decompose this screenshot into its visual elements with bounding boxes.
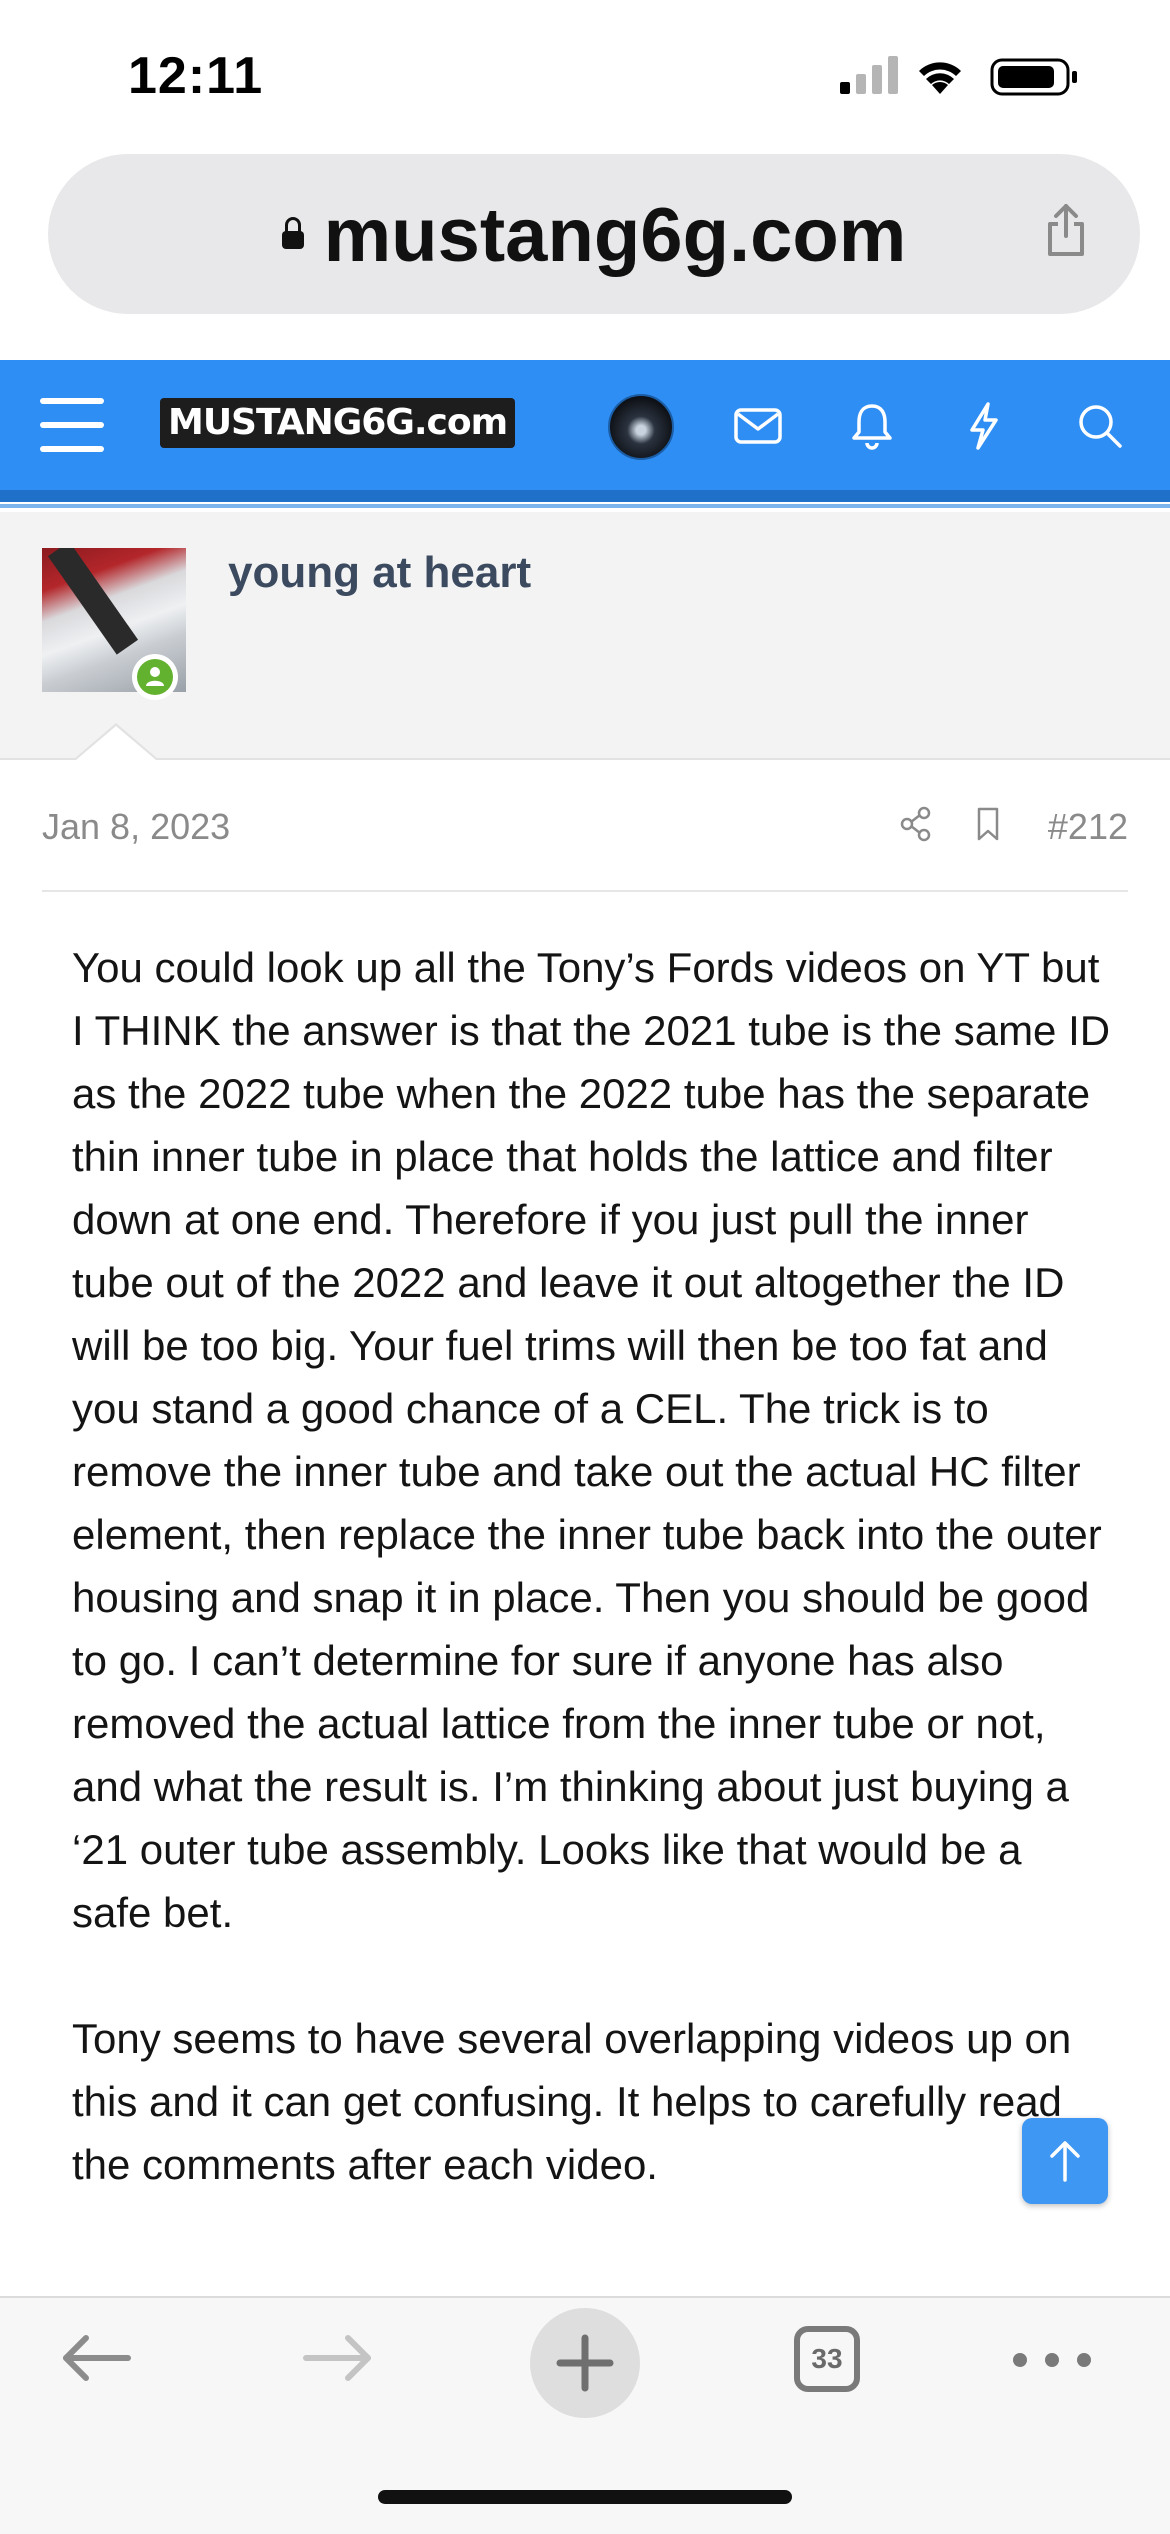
- site-logo[interactable]: MUSTANG6G.com: [160, 398, 516, 448]
- arrow-up-icon: [1050, 2141, 1080, 2182]
- bookmark-icon[interactable]: [968, 804, 1008, 844]
- status-time: 12:11: [128, 47, 264, 105]
- meta-divider: [42, 890, 1128, 892]
- lock-icon: [281, 217, 304, 249]
- post-date[interactable]: Jan 8, 2023: [42, 806, 230, 848]
- url-text: mustang6g.com: [323, 193, 907, 278]
- inbox-icon[interactable]: [730, 398, 786, 454]
- share-icon[interactable]: [1036, 200, 1096, 260]
- nav-bar-edge: [0, 490, 1170, 502]
- url-display[interactable]: mustang6g.com: [48, 192, 1140, 279]
- wifi-icon: [919, 62, 961, 94]
- share-post-icon[interactable]: [896, 804, 936, 844]
- post-meta-row: Jan 8, 2023 #212: [0, 790, 1170, 860]
- cellular-signal-icon: [840, 56, 898, 94]
- status-bar: 12:11: [0, 0, 1170, 150]
- post-body: You could look up all the Tony’s Fords v…: [72, 936, 1112, 2259]
- user-online-icon: [146, 667, 164, 686]
- search-icon[interactable]: [1072, 398, 1128, 454]
- header-caret: [76, 726, 156, 760]
- tabs-button[interactable]: 33: [794, 2326, 860, 2392]
- battery-icon: [990, 58, 1077, 96]
- post-paragraph: You could look up all the Tony’s Fords v…: [72, 944, 1111, 1936]
- status-icons: [840, 56, 1077, 96]
- forward-arrow-icon[interactable]: [298, 2318, 378, 2398]
- new-tab-button[interactable]: [530, 2308, 640, 2418]
- whats-new-bolt-icon[interactable]: [956, 398, 1012, 454]
- scroll-to-top-button[interactable]: [1022, 2118, 1108, 2204]
- home-indicator: [378, 2490, 792, 2504]
- address-bar[interactable]: mustang6g.com: [48, 154, 1140, 314]
- back-arrow-icon[interactable]: [56, 2318, 136, 2398]
- plus-icon: [556, 2334, 614, 2392]
- more-options-icon[interactable]: [1010, 2340, 1094, 2380]
- bell-icon[interactable]: [844, 398, 900, 454]
- nav-bar-line: [0, 504, 1170, 508]
- menu-icon[interactable]: [40, 398, 104, 452]
- post-paragraph: Tony seems to have several overlapping v…: [72, 2015, 1072, 2188]
- account-avatar[interactable]: [608, 394, 674, 460]
- post-username[interactable]: young at heart: [228, 548, 531, 598]
- post-number-link[interactable]: #212: [1048, 806, 1128, 848]
